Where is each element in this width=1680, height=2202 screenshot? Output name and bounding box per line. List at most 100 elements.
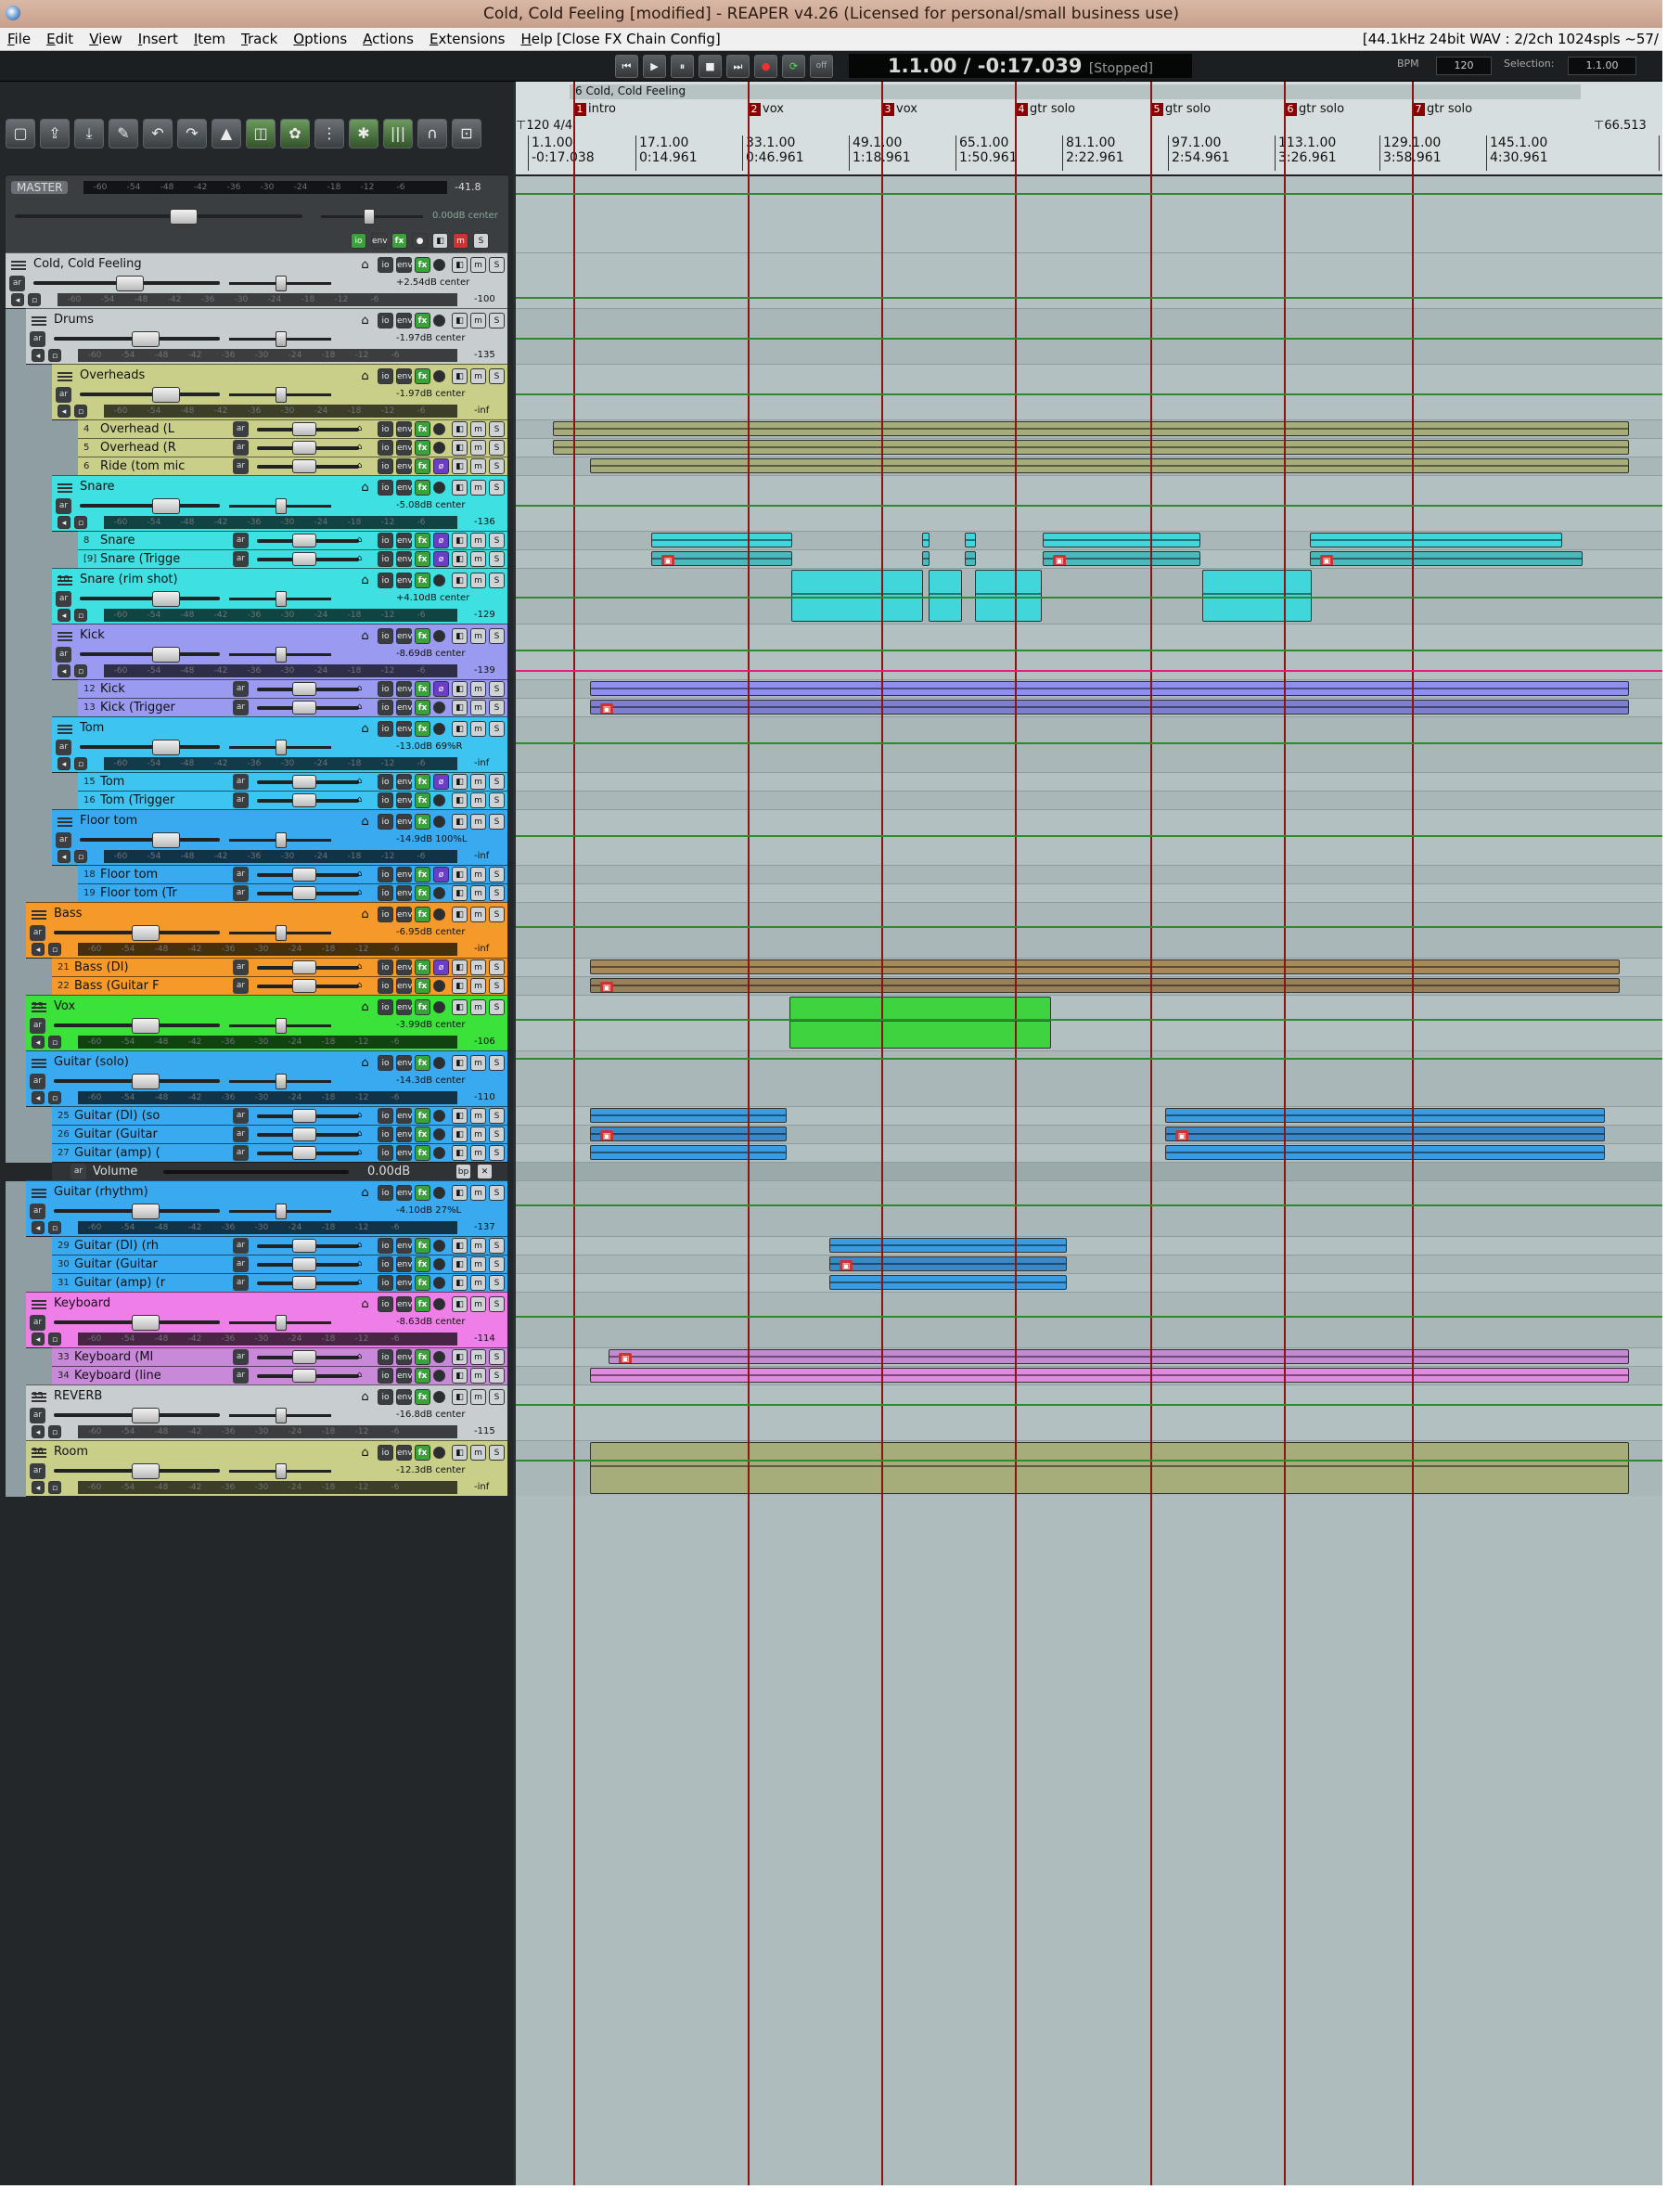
envelope-button[interactable]: env (396, 368, 413, 384)
fx-button[interactable]: fx (415, 885, 430, 901)
meter-input-icon[interactable]: ▫ (48, 1481, 61, 1494)
solo-button[interactable]: S (489, 959, 505, 975)
envelope-button[interactable]: env (396, 573, 413, 588)
record-arm-icon[interactable]: ar (233, 978, 249, 994)
meter-input-icon[interactable]: ▫ (48, 1333, 61, 1346)
folder-state-icon[interactable]: ⌂ (357, 1055, 373, 1071)
record-arm-icon[interactable]: ar (233, 700, 249, 715)
record-arm-icon[interactable]: ar (233, 1275, 249, 1291)
record-arm-icon[interactable]: ar (30, 1074, 45, 1089)
track-header[interactable]: [9] Snare (Trigge ar ⌂ io env fx ◧ m Sø (6, 549, 507, 569)
master-volume-fader[interactable] (15, 214, 302, 218)
io-button[interactable]: io (378, 628, 393, 644)
routing-icon[interactable]: ◧ (452, 885, 468, 901)
mute-button[interactable]: m (470, 1145, 486, 1161)
fx-button[interactable]: fx (415, 999, 430, 1015)
volume-fader[interactable] (80, 393, 220, 396)
record-arm-icon[interactable]: ar (233, 551, 249, 567)
routing-icon[interactable]: ◧ (452, 1238, 468, 1254)
phase-icon[interactable]: ø (433, 774, 449, 790)
track-header[interactable]: 29 Guitar (DI) (rh ar ⌂ io env fx ◧ m S (6, 1236, 507, 1256)
record-arm-icon[interactable]: ar (233, 458, 249, 474)
routing-icon[interactable]: ◧ (452, 700, 468, 715)
folder-icon[interactable] (32, 315, 46, 327)
media-item[interactable] (590, 959, 1620, 974)
folder-state-icon[interactable]: ⌂ (357, 573, 373, 588)
track-header[interactable]: 19 Floor tom (Tr ar ⌂ io env fx ◧ m S (6, 883, 507, 903)
volume-knob[interactable] (292, 422, 316, 436)
folder-state-icon[interactable]: ⌂ (357, 1445, 373, 1461)
mute-button[interactable]: m (470, 721, 486, 737)
envelope-button[interactable]: env (396, 907, 413, 922)
folder-icon[interactable] (58, 816, 72, 828)
solo-button[interactable]: S (489, 792, 505, 808)
record-arm-icon[interactable]: ar (30, 1018, 45, 1034)
routing-icon[interactable]: ◧ (452, 1296, 468, 1312)
io-button[interactable]: io (378, 1296, 393, 1312)
mono-icon[interactable] (433, 1001, 445, 1013)
io-button[interactable]: io (378, 1185, 393, 1201)
media-item[interactable] (789, 997, 1051, 1049)
track-header[interactable]: 16 Tom (Trigger ar ⌂ io env fx ◧ m S (6, 791, 507, 810)
meter-input-icon[interactable]: ▫ (74, 664, 87, 677)
mute-button[interactable]: m (470, 1275, 486, 1291)
envelope-button[interactable]: env (396, 1238, 413, 1254)
volume-fader[interactable] (80, 597, 220, 600)
folder-state-icon[interactable]: ⌂ (352, 1108, 367, 1124)
io-button[interactable]: io (378, 721, 393, 737)
record-arm-icon[interactable]: ar (9, 276, 25, 291)
record-arm-icon[interactable]: ar (56, 740, 71, 755)
mono-icon[interactable] (433, 370, 445, 382)
media-item[interactable] (590, 1145, 787, 1160)
fx-button[interactable]: fx (415, 628, 430, 644)
mono-icon[interactable] (433, 1370, 445, 1382)
solo-button[interactable]: S (489, 907, 505, 922)
fx-button[interactable]: fx (415, 440, 430, 456)
mute-button[interactable]: m (470, 978, 486, 994)
track-name[interactable]: Overhead (L (100, 422, 251, 436)
folder-state-icon[interactable]: ⌂ (357, 814, 373, 830)
folder-state-icon[interactable]: ⌂ (352, 551, 367, 567)
envelope-bypass-icon[interactable]: bp (455, 1164, 471, 1179)
track-header[interactable]: 23 Vox ar -3.99dB center -60 -54 -48 -42 -36 -30-… (6, 995, 507, 1051)
track-lane[interactable] (516, 1292, 1662, 1347)
pan-knob[interactable] (276, 832, 287, 848)
master-fx-button[interactable]: fx (391, 233, 407, 249)
mono-icon[interactable] (433, 723, 445, 735)
mute-button[interactable]: m (470, 1055, 486, 1071)
media-item[interactable] (1202, 570, 1312, 622)
meter-input-icon[interactable]: ▫ (48, 943, 61, 956)
volume-fader[interactable] (80, 652, 220, 656)
solo-button[interactable]: S (489, 458, 505, 474)
record-arm-icon[interactable]: ar (233, 1256, 249, 1272)
mute-button[interactable]: m (470, 999, 486, 1015)
record-arm-icon[interactable]: ar (56, 832, 71, 848)
solo-button[interactable]: S (489, 1127, 505, 1142)
track-header[interactable]: 21 Bass (DI) ar ⌂ io env fx ◧ m Sø (6, 958, 507, 977)
io-button[interactable]: io (378, 1145, 393, 1161)
solo-button[interactable]: S (489, 1256, 505, 1272)
volume-knob[interactable] (292, 1127, 316, 1141)
envelope-button[interactable]: env (396, 257, 413, 273)
mute-button[interactable]: m (470, 959, 486, 975)
volume-knob[interactable] (292, 552, 316, 566)
volume-fader[interactable] (80, 838, 220, 842)
track-header[interactable]: Guitar (rhythm) ar -4.10dB 27%L -60 -54 -48 -4… (6, 1180, 507, 1237)
mute-button[interactable]: m (470, 1389, 486, 1405)
solo-button[interactable]: S (489, 978, 505, 994)
envelope-button[interactable]: env (396, 458, 413, 474)
meter-input-icon[interactable]: ▫ (48, 1221, 61, 1234)
fx-button[interactable]: fx (415, 1368, 430, 1384)
mute-button[interactable]: m (470, 1127, 486, 1142)
io-button[interactable]: io (378, 458, 393, 474)
ruler-bar[interactable]: 81.1.00 2:22.961 (1062, 135, 1124, 171)
track-header[interactable]: Kick ar -8.69dB center -60 -54 -48 -42 -36 -30 -2… (6, 624, 507, 680)
track-header[interactable]: Guitar (solo) ar -14.3dB center -60 -54 -48 -4… (6, 1050, 507, 1107)
volume-knob[interactable] (132, 925, 160, 941)
meter-input-icon[interactable]: ▫ (74, 405, 87, 418)
routing-icon[interactable]: ◧ (452, 313, 468, 328)
meter-collapse-icon[interactable]: ◂ (58, 609, 71, 622)
envelope-button[interactable]: env (396, 1185, 413, 1201)
track-header[interactable]: 35 REVERB ar -16.8dB center -60 -54 -48 -42 -36-… (6, 1384, 507, 1441)
fx-button[interactable]: fx (415, 700, 430, 715)
